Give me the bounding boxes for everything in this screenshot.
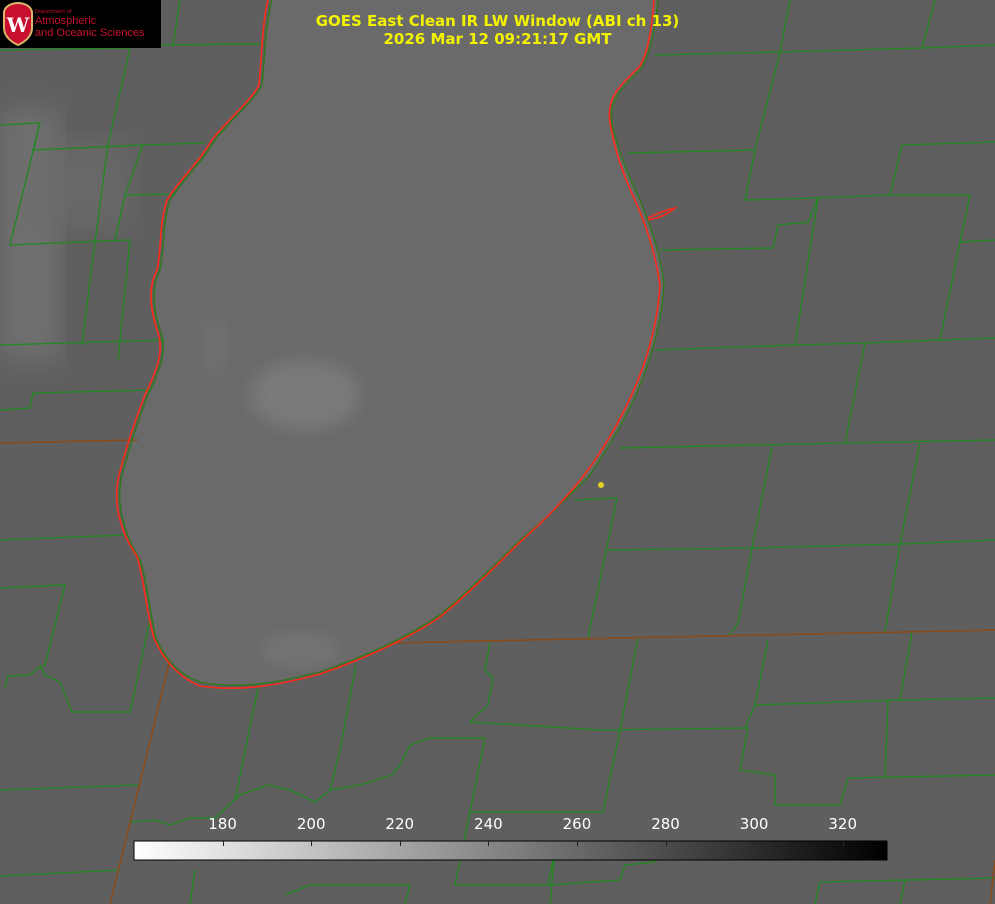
colorbar-tick-label: 280 — [651, 815, 680, 833]
lake-cloud — [250, 360, 360, 430]
lake-cloud — [260, 632, 340, 668]
colorbar-gradient — [133, 840, 888, 861]
colorbar-tick-mark — [488, 841, 490, 846]
colorbar-tick-label: 180 — [208, 815, 237, 833]
colorbar-tick-mark — [842, 841, 844, 846]
lake-cloud — [203, 315, 227, 375]
cloud-patch — [20, 140, 130, 230]
colorbar-tick-mark — [311, 841, 313, 846]
colorbar-tick-mark — [399, 841, 401, 846]
colorbar-tick-mark — [754, 841, 756, 846]
colorbar-tick-mark — [665, 841, 667, 846]
satellite-map — [0, 0, 995, 904]
colorbar-tick-label: 220 — [385, 815, 415, 833]
image-timestamp: 2026 Mar 12 09:21:17 GMT — [383, 30, 612, 48]
image-title: GOES East Clean IR LW Window (ABI ch 13) — [315, 12, 680, 30]
location-marker-icon — [598, 482, 604, 488]
colorbar-tick-label: 240 — [474, 815, 503, 833]
colorbar-tick-label: 300 — [739, 815, 769, 833]
colorbar-tick-label: 200 — [296, 815, 326, 833]
colorbar-tick-mark — [222, 841, 224, 846]
colorbar-tick-mark — [576, 841, 578, 846]
colorbar-tick-label: 320 — [828, 815, 858, 833]
colorbar-tick-label: 260 — [562, 815, 592, 833]
